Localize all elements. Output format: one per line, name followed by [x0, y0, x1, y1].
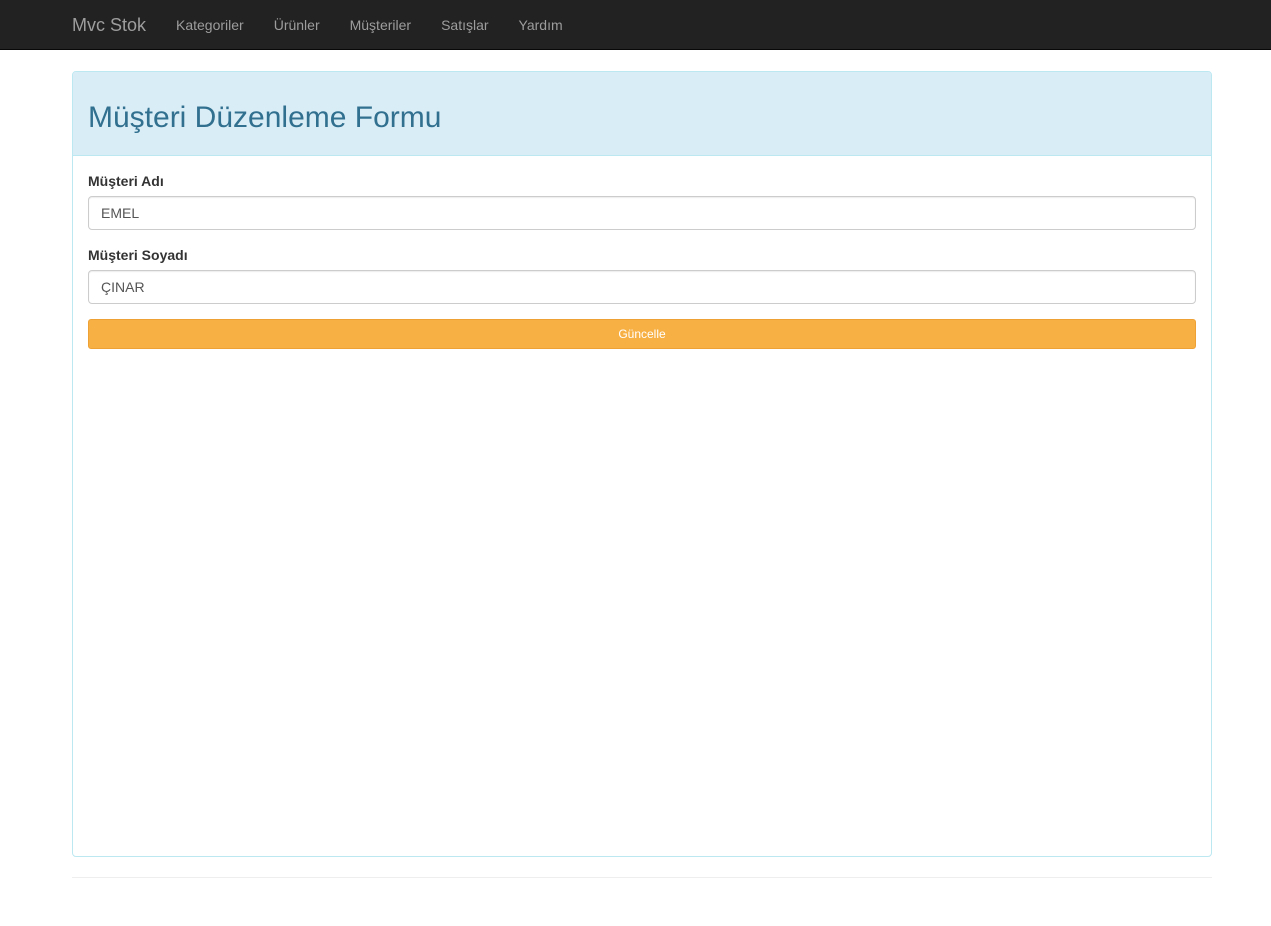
nav-item-yardim[interactable]: Yardım	[504, 0, 578, 50]
last-name-input[interactable]	[88, 270, 1196, 304]
first-name-input[interactable]	[88, 196, 1196, 230]
nav-item-kategoriler[interactable]: Kategoriler	[161, 0, 259, 50]
navbar-menu: Kategoriler Ürünler Müşteriler Satışlar …	[161, 0, 578, 50]
first-name-label: Müşteri Adı	[88, 173, 164, 189]
nav-item-musteriler[interactable]: Müşteriler	[335, 0, 426, 50]
nav-item-satislar[interactable]: Satışlar	[426, 0, 503, 50]
update-button[interactable]: Güncelle	[88, 319, 1196, 349]
footer-divider	[72, 877, 1212, 878]
navbar-brand[interactable]: Mvc Stok	[72, 0, 146, 50]
page-title: Müşteri Düzenleme Formu	[88, 101, 442, 134]
top-navbar: Mvc Stok Kategoriler Ürünler Müşteriler …	[0, 0, 1271, 50]
nav-item-urunler[interactable]: Ürünler	[259, 0, 335, 50]
customer-edit-panel: Müşteri Düzenleme Formu Müşteri Adı Müşt…	[72, 71, 1212, 857]
panel-heading: Müşteri Düzenleme Formu	[73, 72, 1211, 156]
last-name-label: Müşteri Soyadı	[88, 247, 188, 263]
